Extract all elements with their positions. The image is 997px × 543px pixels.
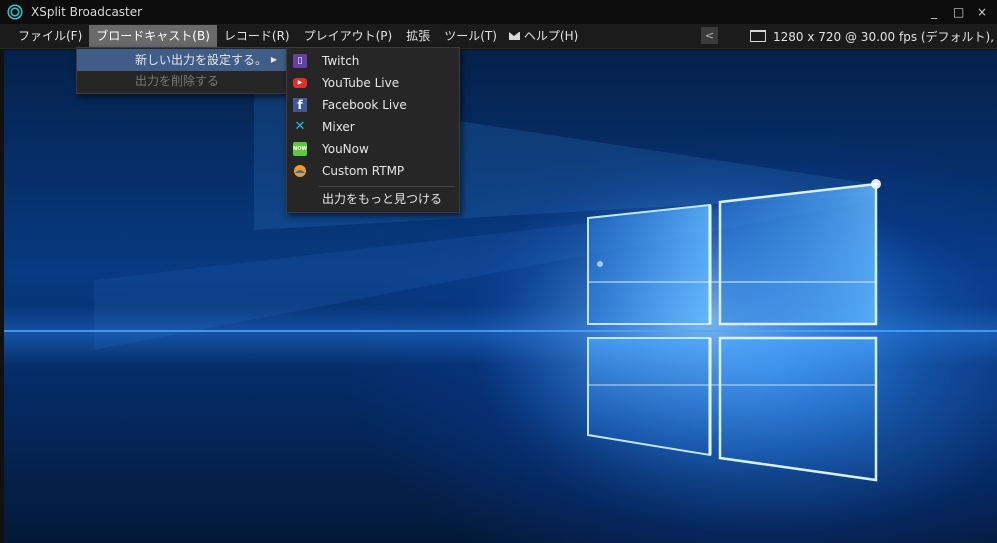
output-item-custom-rtmp[interactable]: Custom RTMP <box>287 160 459 182</box>
custom-rtmp-icon <box>293 164 307 178</box>
output-item-twitch[interactable]: ▯ Twitch <box>287 50 459 72</box>
menu-playout[interactable]: プレイアウト(P) <box>297 25 400 47</box>
preview-canvas[interactable] <box>4 50 997 543</box>
window-controls: _ □ × <box>929 0 987 24</box>
menu-extensions[interactable]: 拡張 <box>399 25 437 47</box>
output-item-facebook[interactable]: f Facebook Live <box>287 94 459 116</box>
xsplit-broadcaster-icon <box>7 4 23 20</box>
output-label: YouTube Live <box>322 76 400 90</box>
remove-output-item: 出力を削除する <box>77 70 287 92</box>
find-more-outputs-item[interactable]: 出力をもっと見つける <box>287 188 459 210</box>
setup-new-output-label: 新しい出力を設定する。 <box>135 53 268 67</box>
windows-logo-wallpaper <box>4 90 997 482</box>
find-more-outputs-label: 出力をもっと見つける <box>322 192 443 206</box>
submenu-arrow-icon: ▶ <box>270 55 277 64</box>
output-label: Custom RTMP <box>322 164 405 178</box>
xsplit-app-window: XSplit Broadcaster _ □ × ファイル(F) ブロードキャス… <box>0 0 997 543</box>
mixer-icon: ✕ <box>294 119 306 134</box>
resolution-label: 1280 x 720 @ 30.00 fps (デフォルト), 78% <box>773 29 997 44</box>
output-label: YouNow <box>322 142 369 156</box>
output-item-younow[interactable]: NOW YouNow <box>287 138 459 160</box>
maximize-button[interactable]: □ <box>953 0 964 24</box>
resolution-selector[interactable]: 1280 x 720 @ 30.00 fps (デフォルト), 78% ▼ <box>750 24 997 48</box>
output-label: Mixer <box>322 120 355 134</box>
mail-icon[interactable] <box>508 32 520 40</box>
minimize-button[interactable]: _ <box>929 0 939 24</box>
title-bar: XSplit Broadcaster _ □ × <box>0 0 997 24</box>
output-label: Twitch <box>322 54 360 68</box>
output-item-mixer[interactable]: ✕ Mixer <box>287 116 459 138</box>
output-label: Facebook Live <box>322 98 407 112</box>
share-icon: < <box>704 29 715 42</box>
menu-record[interactable]: レコード(R) <box>217 25 297 47</box>
menu-file[interactable]: ファイル(F) <box>11 25 89 47</box>
monitor-icon <box>750 30 766 42</box>
twitch-icon: ▯ <box>293 54 307 68</box>
menu-help[interactable]: ヘルプ(H) <box>517 25 585 47</box>
remove-output-label: 出力を削除する <box>135 74 220 88</box>
menu-broadcast[interactable]: ブロードキャスト(B) <box>89 25 217 47</box>
output-item-youtube[interactable]: ▶ YouTube Live <box>287 72 459 94</box>
setup-new-output-item[interactable]: 新しい出力を設定する。 ▶ <box>77 49 287 71</box>
menu-divider <box>319 186 455 187</box>
broadcast-menu: 新しい出力を設定する。 ▶ 出力を削除する <box>76 47 288 94</box>
output-submenu: ▯ Twitch ▶ YouTube Live f Facebook Live … <box>286 47 460 213</box>
menu-tools[interactable]: ツール(T) <box>437 25 504 47</box>
younow-icon: NOW <box>293 142 307 156</box>
facebook-icon: f <box>293 98 307 112</box>
close-button[interactable]: × <box>977 0 987 24</box>
window-title: XSplit Broadcaster <box>31 5 143 19</box>
youtube-icon: ▶ <box>293 78 307 88</box>
share-button[interactable]: < <box>701 27 718 44</box>
